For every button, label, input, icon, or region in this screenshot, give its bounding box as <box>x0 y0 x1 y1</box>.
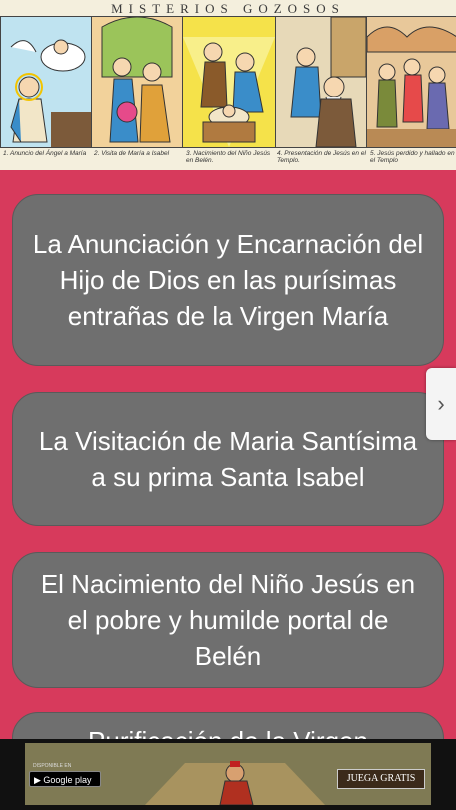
chevron-right-icon: › <box>437 391 445 416</box>
ad-banner[interactable]: DISPONIBLE EN ▶ Google play JUEGA GRATIS <box>0 739 456 810</box>
header-banner: MISTERIOS GOZOSOS 1. Anuncio del Ángel a… <box>0 0 456 170</box>
panel-finding-in-temple-illustration <box>366 16 456 148</box>
caption-3: 3. Nacimiento del Niño Jesús en Belén. <box>186 150 271 164</box>
panel-visitation-illustration <box>91 16 183 148</box>
caption-4: 4. Presentación de Jesús en el Templo. <box>277 150 366 164</box>
ad-creative[interactable]: DISPONIBLE EN ▶ Google play JUEGA GRATIS <box>25 743 431 805</box>
banner-captions: 1. Anuncio del Ángel a María 2. Visita d… <box>0 150 456 170</box>
caption-2: 2. Visita de María a Isabel <box>94 150 170 157</box>
caption-1: 1. Anuncio del Ángel a María <box>3 150 87 157</box>
banner-title: MISTERIOS GOZOSOS <box>111 1 345 16</box>
panel-presentation-illustration <box>275 16 367 148</box>
panel-annunciation-illustration <box>0 16 92 148</box>
next-page-tab[interactable]: › <box>426 368 456 440</box>
caption-5: 5. Jesús perdido y hallado en el Templo <box>370 150 455 164</box>
mystery-button-3[interactable]: El Nacimiento del Niño Jesús en el pobre… <box>12 552 444 688</box>
google-play-badge[interactable]: ▶ Google play <box>29 771 101 787</box>
panel-nativity-illustration <box>182 16 276 148</box>
mystery-button-2[interactable]: La Visitación de Maria Santísima a su pr… <box>12 392 444 526</box>
mystery-button-1[interactable]: La Anunciación y Encarnación del Hijo de… <box>12 194 444 366</box>
store-label: Google play <box>43 775 92 785</box>
play-icon: ▶ <box>34 775 44 785</box>
store-caption: DISPONIBLE EN <box>33 763 72 769</box>
play-free-button[interactable]: JUEGA GRATIS <box>337 769 425 789</box>
